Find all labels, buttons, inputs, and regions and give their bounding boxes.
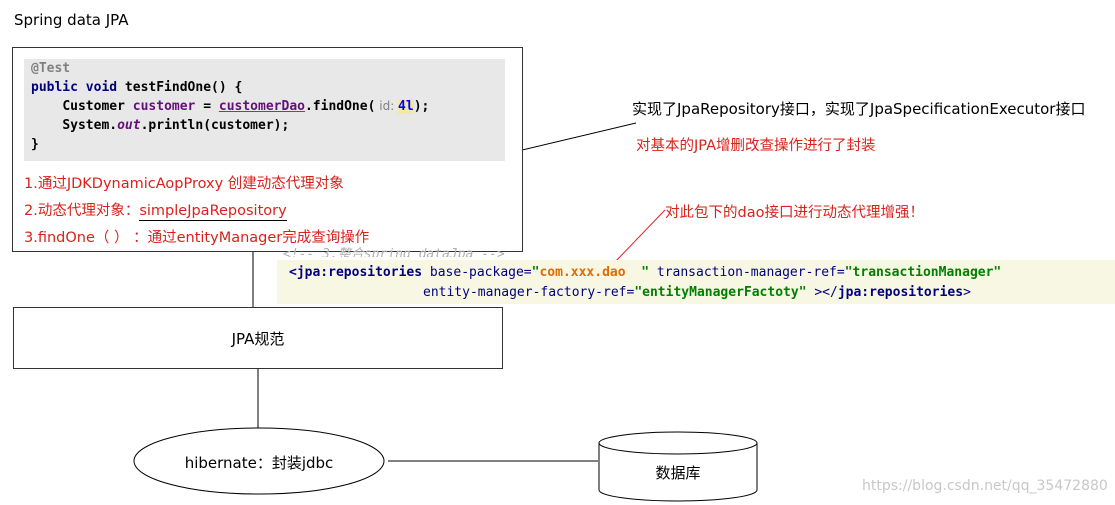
xml-attr-base-package: base-package= xyxy=(422,265,532,280)
xml-open-tag: <jpa:repositories xyxy=(289,265,423,280)
code-system: System. xyxy=(62,118,118,133)
page-title: Spring data JPA xyxy=(14,11,129,29)
step-2-value: simpleJpaRepository xyxy=(139,203,287,221)
xml-block: <jpa:repositories base-package= "com.xxx.… xyxy=(289,263,1001,303)
watermark: https://blog.csdn.net/qq_35472880 xyxy=(862,478,1108,494)
code-block: @Test public void testFindOne() { Custom… xyxy=(31,59,429,154)
database-label: 数据库 xyxy=(655,464,701,482)
step-2-text: 2.动态代理对象：simpleJpaRepository xyxy=(24,199,287,221)
code-method-name: testFindOne xyxy=(124,80,212,95)
code-dao: customerDao xyxy=(218,99,305,114)
code-var: customer xyxy=(132,99,196,114)
code-annotation: @Test xyxy=(31,61,71,76)
code-arg: 4l xyxy=(398,99,414,114)
jpa-spec-label: JPA规范 xyxy=(231,329,285,348)
pointer-proxy-note xyxy=(614,209,666,263)
xml-emf-value: "entityManagerFactoty" xyxy=(634,285,807,300)
xml-base-package-value: com.xxx.dao xyxy=(539,265,626,280)
xml-attr-emf: entity-manager-factory-ref= xyxy=(423,285,635,300)
code-call: .findOne( xyxy=(304,99,376,114)
code-println: .println(customer); xyxy=(140,118,290,133)
code-close-brace: } xyxy=(31,137,39,152)
code-paren: () { xyxy=(211,80,243,95)
xml-close-end: > xyxy=(963,285,971,300)
jpa-spec-node: JPA规范 xyxy=(13,307,503,369)
step-3-text: 3.findOne（ ） ：通过entityManager完成查询操作 xyxy=(24,230,370,246)
xml-close: ></ xyxy=(806,285,838,300)
impl-note: 实现了JpaRepository接口，实现了JpaSpecificationEx… xyxy=(632,100,1086,118)
xml-close-tag: jpa:repositories xyxy=(837,285,964,300)
db-cylinder-top xyxy=(598,431,758,455)
code-keyword: public void xyxy=(31,80,125,95)
hibernate-label: hibernate：封装jdbc xyxy=(184,454,334,472)
code-eq: = xyxy=(195,99,219,114)
xml-tx-value: "transactionManager" xyxy=(844,265,1002,280)
code-end: ); xyxy=(413,99,430,114)
xml-quote-close: " xyxy=(625,265,650,280)
code-type: Customer xyxy=(62,99,133,114)
code-out: out xyxy=(117,118,141,133)
proxy-note: 对此包下的dao接口进行动态代理增强！ xyxy=(665,205,924,221)
step-2-prefix: 2.动态代理对象： xyxy=(24,203,140,219)
step-1-text: 1.通过JDKDynamicAopProxy 创建动态代理对象 xyxy=(24,176,344,192)
wrap-note: 对基本的JPA增删改查操作进行了封装 xyxy=(636,138,876,154)
xml-comment-partial: <!-- 3.整合spring dataJpa --> xyxy=(283,247,505,257)
xml-attr-tx: transaction-manager-ref= xyxy=(649,265,845,280)
code-param-hint: id: xyxy=(375,99,399,113)
